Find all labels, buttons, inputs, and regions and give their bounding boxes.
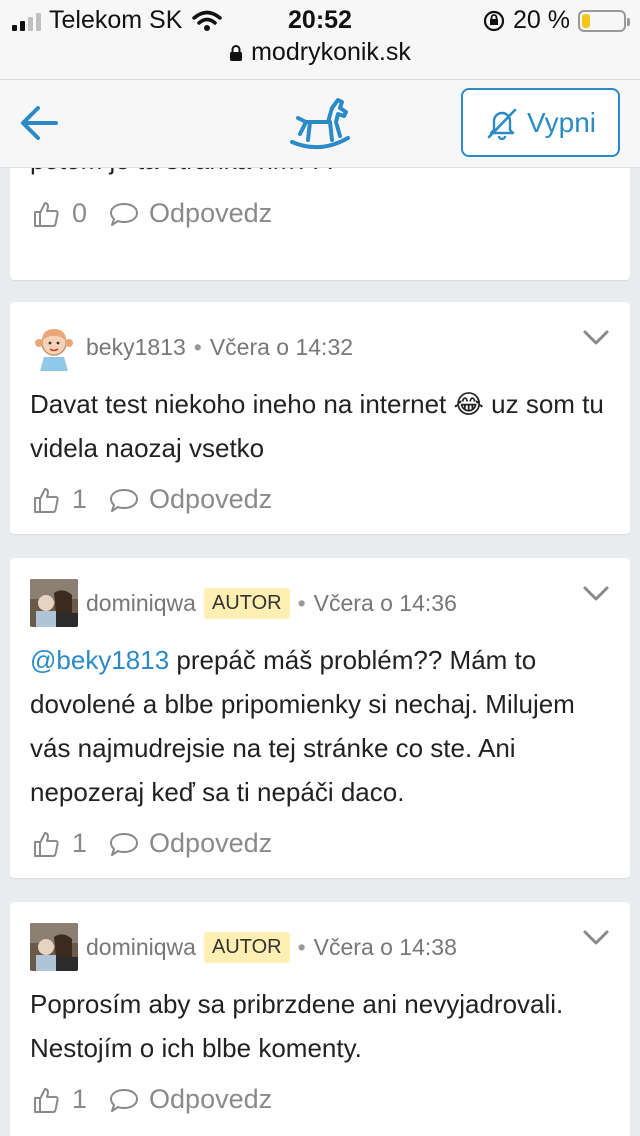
reply-button[interactable]: Odpovedz	[149, 198, 272, 229]
reply-bubble-icon[interactable]	[109, 201, 139, 227]
reply-bubble-icon[interactable]	[109, 1087, 139, 1113]
author-badge: AUTOR	[203, 931, 290, 963]
avatar[interactable]	[30, 323, 78, 371]
comment-author[interactable]: dominiqwa	[86, 934, 196, 961]
reply-bubble-icon[interactable]	[109, 487, 139, 513]
comment-author[interactable]: beky1813	[86, 334, 186, 361]
comment-text: potom je ta stránka hm???	[30, 168, 610, 182]
reply-bubble-icon[interactable]	[109, 831, 139, 857]
thumbs-up-icon[interactable]	[32, 830, 60, 858]
comment-time: Včera o 14:36	[313, 589, 457, 616]
mute-notifications-button[interactable]: Vypni	[461, 88, 620, 157]
separator-dot: •	[297, 933, 306, 960]
comment-actions: 1 Odpovedz	[32, 484, 272, 515]
comment-header: beky1813 • Včera o 14:32	[30, 322, 353, 372]
chevron-down-icon[interactable]	[582, 928, 610, 948]
comment-actions: 1 Odpovedz	[32, 828, 272, 859]
like-count: 0	[72, 198, 88, 228]
reply-button[interactable]: Odpovedz	[149, 828, 272, 859]
laughing-emoji-icon: 😂	[453, 389, 484, 419]
like-count: 1	[72, 484, 88, 514]
battery-icon	[578, 9, 630, 32]
separator-dot: •	[193, 333, 202, 360]
status-bar: Telekom SK 20:52 20 % modrykonik.sk	[0, 0, 640, 80]
thumbs-up-icon[interactable]	[32, 200, 60, 228]
comment-text-part: Davat test niekoho ineho na internet	[30, 389, 447, 419]
avatar[interactable]	[30, 579, 78, 627]
like-count: 1	[72, 1084, 88, 1114]
back-arrow-icon[interactable]	[16, 98, 66, 148]
comment-author[interactable]: dominiqwa	[86, 590, 196, 617]
battery-percent: 20 %	[513, 6, 570, 34]
lock-icon	[230, 44, 243, 61]
comment-card: potom je ta stránka hm??? 0 Odpovedz	[10, 168, 630, 280]
separator-dot: •	[297, 589, 306, 616]
comment-card: dominiqwa AUTOR • Včera o 14:36 @beky181…	[10, 558, 630, 878]
status-right: 20 %	[483, 6, 630, 35]
bell-off-icon	[487, 108, 517, 140]
comment-actions: 0 Odpovedz	[32, 198, 272, 229]
author-badge: AUTOR	[203, 587, 290, 619]
comment-time: Včera o 14:38	[313, 933, 457, 960]
thumbs-up-icon[interactable]	[32, 486, 60, 514]
comment-time: Včera o 14:32	[209, 333, 354, 360]
url-text: modrykonik.sk	[251, 38, 411, 66]
comment-card: beky1813 • Včera o 14:32 Davat test niek…	[10, 302, 630, 534]
comment-actions: 1 Odpovedz	[32, 1084, 272, 1115]
orientation-lock-icon	[483, 10, 505, 31]
reply-button[interactable]: Odpovedz	[149, 1084, 272, 1115]
mute-label: Vypni	[526, 106, 596, 138]
comment-text: Poprosím aby sa pribrzdene ani nevyjadro…	[30, 989, 564, 1063]
chevron-down-icon[interactable]	[582, 328, 610, 348]
url-bar[interactable]: modrykonik.sk	[0, 38, 640, 67]
comment-header: dominiqwa AUTOR • Včera o 14:36	[30, 578, 457, 628]
app-header: Vypni	[0, 80, 640, 168]
comment-text: Davat test niekoho ineho na internet 😂 u…	[30, 382, 610, 470]
reply-button[interactable]: Odpovedz	[149, 484, 272, 515]
user-mention-link[interactable]: @beky1813	[30, 645, 169, 675]
thumbs-up-icon[interactable]	[32, 1086, 60, 1114]
avatar[interactable]	[30, 923, 78, 971]
comments-list: potom je ta stránka hm??? 0 Odpovedz	[0, 168, 640, 1136]
comment-header: dominiqwa AUTOR • Včera o 14:38	[30, 922, 457, 972]
comment-card: dominiqwa AUTOR • Včera o 14:38 Poprosím…	[10, 902, 630, 1136]
chevron-down-icon[interactable]	[582, 584, 610, 604]
comment-text: @beky1813 prepáč máš problém?? Mám to do…	[30, 638, 610, 814]
like-count: 1	[72, 828, 88, 858]
rocking-horse-logo[interactable]	[288, 94, 352, 154]
